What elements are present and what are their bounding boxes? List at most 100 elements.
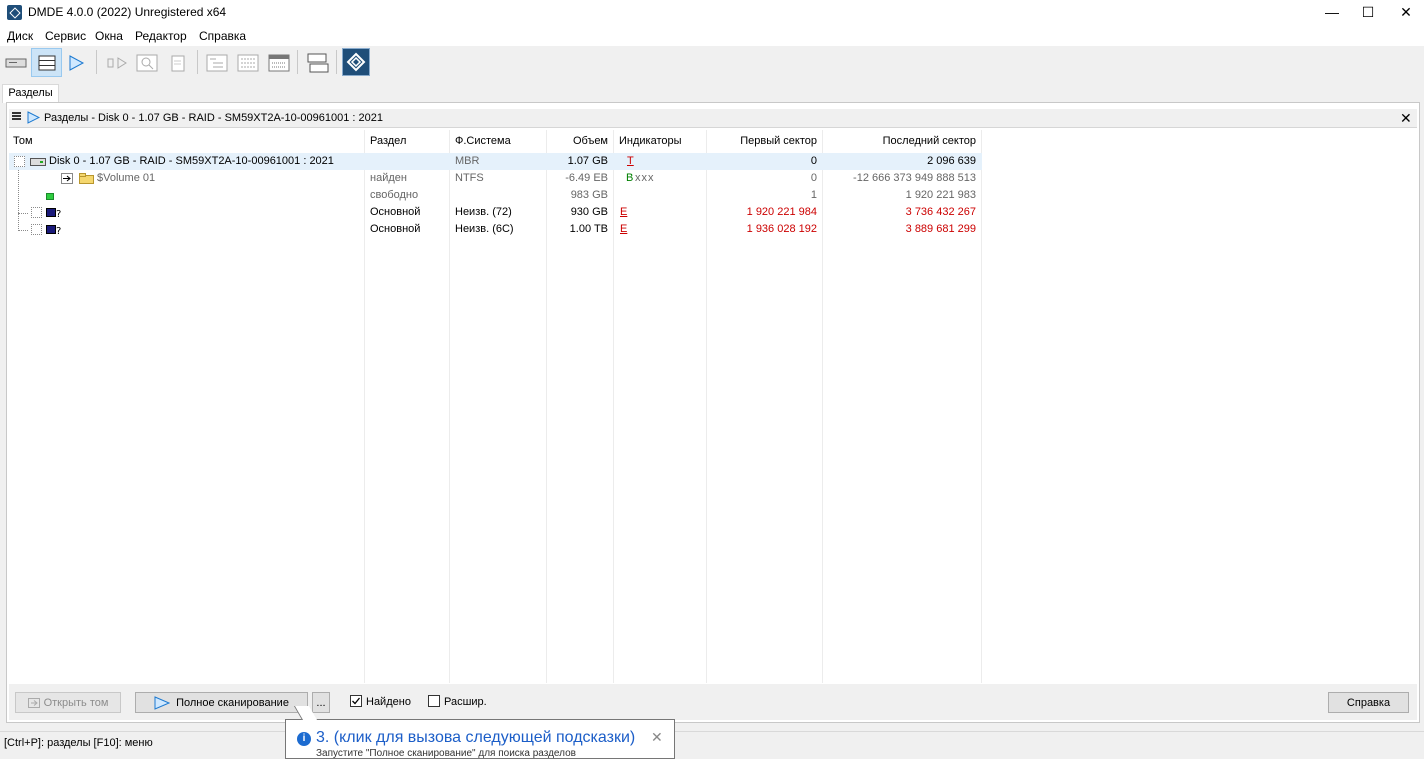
- cell-last-sector: 1 920 221 983: [905, 189, 976, 201]
- status-bar: [0, 731, 1424, 754]
- cell-first-sector: 1 936 028 192: [746, 223, 817, 235]
- cell-indicator: xxx: [635, 172, 655, 184]
- cell-size: -6.49 EB: [565, 172, 608, 184]
- cell-indicator: B: [626, 172, 634, 184]
- play-icon: [27, 111, 41, 127]
- menu-disk[interactable]: Диск: [7, 29, 33, 43]
- maximize-icon[interactable]: ☐: [1350, 0, 1386, 25]
- column-header-indicators[interactable]: Индикаторы: [619, 135, 682, 147]
- minimize-icon[interactable]: —: [1314, 0, 1350, 25]
- cell-volume: $Volume 01: [97, 172, 156, 184]
- full-scan-button[interactable]: Полное сканирование: [135, 692, 308, 713]
- tree-view-icon[interactable]: [203, 50, 231, 76]
- cell-partition: Основной: [370, 206, 421, 218]
- toolbar-separator: [297, 50, 298, 74]
- cell-fs: NTFS: [455, 172, 484, 184]
- panel-menu-icon[interactable]: [12, 112, 21, 121]
- cell-size: 1.07 GB: [567, 155, 608, 167]
- cell-last-sector: -12 666 373 949 888 513: [853, 172, 976, 184]
- cell-size: 930 GB: [570, 206, 608, 218]
- open-volume-label: Открыть том: [43, 696, 109, 709]
- status-text: [Ctrl+P]: разделы [F10]: меню: [4, 737, 153, 749]
- column-header-volume[interactable]: Том: [13, 135, 33, 147]
- toolbar-separator: [197, 50, 198, 74]
- cell-size: 1.00 TB: [569, 223, 608, 235]
- windows-icon[interactable]: [304, 50, 332, 76]
- column-header-fs[interactable]: Ф.Система: [455, 135, 511, 147]
- dmde-logo-icon[interactable]: [342, 48, 370, 76]
- cell-first-sector: 0: [810, 155, 817, 167]
- cell-fs: Неизв. (72): [455, 206, 512, 218]
- row-checkbox[interactable]: [31, 207, 42, 218]
- tooltip-subtext: Запустите "Полное сканирование" для поис…: [316, 748, 576, 759]
- cell-fs: Неизв. (6C): [455, 223, 514, 235]
- arrow-right-icon: [27, 697, 40, 708]
- cell-indicator: E: [620, 223, 628, 235]
- table-row[interactable]: ? Основной Неизв. (6C) 1.00 TB E 1 936 0…: [9, 221, 982, 238]
- menu-service[interactable]: Сервис: [45, 29, 86, 43]
- cell-volume: Disk 0 - 1.07 GB - RAID - SM59XT2A-10-00…: [49, 155, 334, 167]
- new-file-icon[interactable]: [164, 50, 192, 76]
- toolbar-separator: [336, 50, 337, 74]
- free-space-icon: [46, 193, 54, 200]
- cell-first-sector: 1: [810, 189, 817, 201]
- cell-partition: найден: [370, 172, 407, 184]
- app-icon: [7, 5, 22, 20]
- tooltip-text[interactable]: 3. (клик для вызова следующей подсказки): [316, 729, 635, 747]
- cell-size: 983 GB: [570, 189, 608, 201]
- arrow-right-icon: [61, 173, 73, 184]
- cell-partition: свободно: [370, 189, 419, 201]
- cell-indicator: E: [620, 206, 628, 218]
- column-header-size[interactable]: Объем: [548, 135, 608, 147]
- row-checkbox[interactable]: [14, 156, 25, 167]
- folder-icon: [79, 173, 94, 184]
- scan-icon[interactable]: [103, 50, 131, 76]
- panel-close-icon[interactable]: ✕: [1400, 109, 1412, 127]
- close-icon[interactable]: ✕: [1388, 0, 1424, 25]
- svg-text:?: ?: [56, 209, 61, 219]
- play-icon: [154, 695, 171, 710]
- disk-icon: [30, 158, 46, 166]
- cell-indicator: T: [627, 155, 634, 167]
- menu-help[interactable]: Справка: [199, 29, 246, 43]
- list-view-icon[interactable]: [234, 50, 262, 76]
- found-label: Найдено: [366, 696, 411, 708]
- svg-text:?: ?: [56, 226, 61, 236]
- open-volume-button[interactable]: Открыть том: [15, 692, 121, 713]
- more-button[interactable]: ...: [312, 692, 330, 713]
- extended-checkbox[interactable]: [428, 695, 440, 707]
- column-header-first-sector[interactable]: Первый сектор: [709, 135, 817, 147]
- window-title: DMDE 4.0.0 (2022) Unregistered x64: [28, 5, 227, 19]
- column-header-last-sector[interactable]: Последний сектор: [829, 135, 976, 147]
- cell-first-sector: 0: [810, 172, 817, 184]
- table-header: Том Раздел Ф.Система Объем Индикаторы Пе…: [9, 130, 982, 152]
- unknown-partition-icon: ?: [46, 208, 61, 219]
- table-row[interactable]: Disk 0 - 1.07 GB - RAID - SM59XT2A-10-00…: [9, 153, 982, 170]
- partitions-icon[interactable]: [31, 48, 62, 77]
- row-checkbox[interactable]: [31, 224, 42, 235]
- panel-title: Разделы - Disk 0 - 1.07 GB - RAID - SM59…: [44, 112, 383, 124]
- column-header-partition[interactable]: Раздел: [370, 135, 406, 147]
- play-icon[interactable]: [62, 50, 90, 76]
- disk-icon[interactable]: [2, 50, 30, 76]
- full-scan-label: Полное сканирование: [176, 696, 289, 709]
- table-row[interactable]: $Volume 01 найден NTFS -6.49 EB B xxx 0 …: [9, 170, 982, 187]
- menu-editor[interactable]: Редактор: [135, 29, 187, 43]
- cell-last-sector: 3 889 681 299: [905, 223, 976, 235]
- tooltip-close-icon[interactable]: ✕: [651, 729, 663, 746]
- grid-view-icon[interactable]: [265, 50, 293, 76]
- search-icon[interactable]: [133, 50, 161, 76]
- help-button[interactable]: Справка: [1328, 692, 1409, 713]
- found-checkbox[interactable]: [350, 695, 362, 707]
- unknown-partition-icon: ?: [46, 225, 61, 236]
- menu-windows[interactable]: Окна: [95, 29, 123, 43]
- cell-last-sector: 3 736 432 267: [905, 206, 976, 218]
- toolbar-separator: [96, 50, 97, 74]
- table-row[interactable]: свободно 983 GB 1 1 920 221 983: [9, 187, 982, 204]
- table-row[interactable]: ? Основной Неизв. (72) 930 GB E 1 920 22…: [9, 204, 982, 221]
- extended-label: Расшир.: [444, 696, 487, 708]
- cell-last-sector: 2 096 639: [927, 155, 976, 167]
- cell-first-sector: 1 920 221 984: [746, 206, 817, 218]
- tab-partitions[interactable]: Разделы: [2, 84, 59, 103]
- checkmark-icon: [352, 697, 361, 705]
